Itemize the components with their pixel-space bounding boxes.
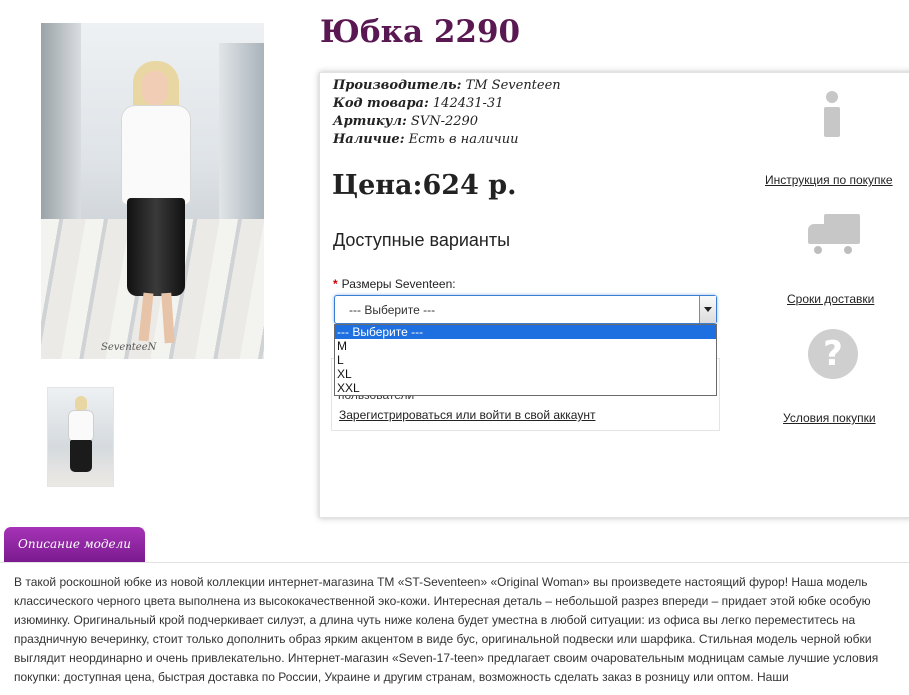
- product-thumbnail[interactable]: [47, 387, 114, 487]
- size-select-value: --- Выберите ---: [349, 303, 436, 317]
- product-price: Цена:624 р.: [332, 170, 517, 201]
- product-title: Юбка 2290: [320, 14, 521, 50]
- tab-divider: [0, 562, 909, 563]
- truck-icon-wheel: [812, 244, 824, 256]
- code-label: Код товара:: [333, 96, 429, 111]
- manufacturer-value: ТМ Seventeen: [465, 78, 561, 93]
- variants-heading: Доступные варианты: [333, 230, 511, 250]
- article-label: Артикул:: [333, 114, 407, 129]
- manufacturer-label: Производитель:: [333, 78, 462, 93]
- size-option[interactable]: XL: [335, 367, 716, 381]
- tab-description[interactable]: Описание модели: [4, 527, 145, 562]
- size-option[interactable]: --- Выберите ---: [335, 325, 716, 339]
- info-icon-dot: [826, 91, 838, 103]
- model-blouse: [121, 105, 191, 205]
- thumb-model-blouse: [68, 410, 94, 442]
- truck-icon-wheel: [842, 244, 854, 256]
- question-icon: ?: [808, 329, 858, 379]
- chevron-down-icon[interactable]: [699, 296, 716, 323]
- manufacturer-row: Производитель: ТМ Seventeen: [333, 77, 561, 95]
- thumb-model-skirt: [70, 440, 92, 472]
- size-option[interactable]: L: [335, 353, 716, 367]
- size-select[interactable]: --- Выберите ---: [334, 295, 717, 324]
- photo-watermark: SeventeeN: [101, 342, 157, 353]
- availability-row: Наличие: Есть в наличии: [333, 131, 561, 149]
- truck-icon-cab: [808, 224, 826, 244]
- code-value: 142431-31: [432, 96, 504, 111]
- register-login-link[interactable]: Зарегистрироваться или войти в свой акка…: [339, 408, 595, 422]
- size-label-text: Размеры Seventeen:: [341, 277, 456, 291]
- product-main-photo[interactable]: SeventeeN: [41, 23, 264, 359]
- terms-link[interactable]: Условия покупки: [783, 411, 876, 425]
- instructions-link[interactable]: Инструкция по покупке: [765, 173, 893, 187]
- size-dropdown-list[interactable]: --- Выберите --- M L XL XXL: [334, 324, 717, 396]
- delivery-link[interactable]: Сроки доставки: [787, 292, 874, 306]
- info-icon-bar: [824, 107, 840, 137]
- truck-icon-box: [824, 214, 860, 244]
- model-face: [142, 71, 168, 105]
- product-description: В такой роскошной юбке из новой коллекци…: [14, 575, 879, 684]
- size-label: * Размеры Seventeen:: [333, 277, 456, 291]
- availability-label: Наличие:: [333, 132, 405, 147]
- availability-value: Есть в наличии: [408, 132, 519, 147]
- size-option[interactable]: XXL: [335, 381, 716, 395]
- info-icon: [820, 91, 844, 137]
- model-skirt: [127, 198, 185, 296]
- product-meta: Производитель: ТМ Seventeen Код товара: …: [333, 77, 561, 149]
- article-row: Артикул: SVN-2290: [333, 113, 561, 131]
- code-row: Код товара: 142431-31: [333, 95, 561, 113]
- size-option[interactable]: M: [335, 339, 716, 353]
- required-asterisk: *: [333, 277, 338, 291]
- article-value: SVN-2290: [410, 114, 479, 129]
- truck-icon: [806, 214, 862, 258]
